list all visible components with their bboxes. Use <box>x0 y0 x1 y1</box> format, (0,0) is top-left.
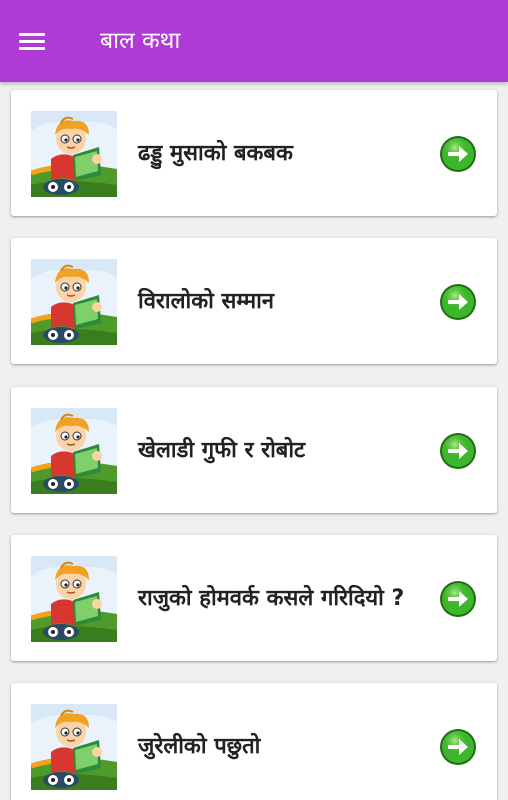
story-list[interactable]: ढड्डु मुसाको बकबक विरालोको सम्मान खेलाडी… <box>0 82 508 800</box>
story-card[interactable]: जुरेलीको पछुतो <box>11 683 497 800</box>
story-title: राजुको होमवर्क कसले गरिदियो ? <box>138 585 405 611</box>
boy-reading-book-icon <box>31 408 117 494</box>
story-card[interactable]: खेलाडी गुफी र रोबोट <box>11 387 497 513</box>
story-title: खेलाडी गुफी र रोबोट <box>138 437 306 463</box>
page-title: बाल कथा <box>100 28 181 54</box>
arrow-right-circle-icon[interactable] <box>439 135 477 173</box>
boy-reading-book-icon <box>31 259 117 345</box>
arrow-right-circle-icon[interactable] <box>439 432 477 470</box>
story-title: जुरेलीको पछुतो <box>138 733 261 759</box>
story-card[interactable]: राजुको होमवर्क कसले गरिदियो ? <box>11 535 497 661</box>
hamburger-menu-icon[interactable] <box>16 28 50 54</box>
app-bar: बाल कथा <box>0 0 508 82</box>
boy-reading-book-icon <box>31 111 117 197</box>
story-title: ढड्डु मुसाको बकबक <box>138 140 293 166</box>
story-card[interactable]: विरालोको सम्मान <box>11 238 497 364</box>
boy-reading-book-icon <box>31 704 117 790</box>
arrow-right-circle-icon[interactable] <box>439 728 477 766</box>
boy-reading-book-icon <box>31 556 117 642</box>
arrow-right-circle-icon[interactable] <box>439 580 477 618</box>
story-card[interactable]: ढड्डु मुसाको बकबक <box>11 90 497 216</box>
story-title: विरालोको सम्मान <box>138 288 275 314</box>
arrow-right-circle-icon[interactable] <box>439 283 477 321</box>
